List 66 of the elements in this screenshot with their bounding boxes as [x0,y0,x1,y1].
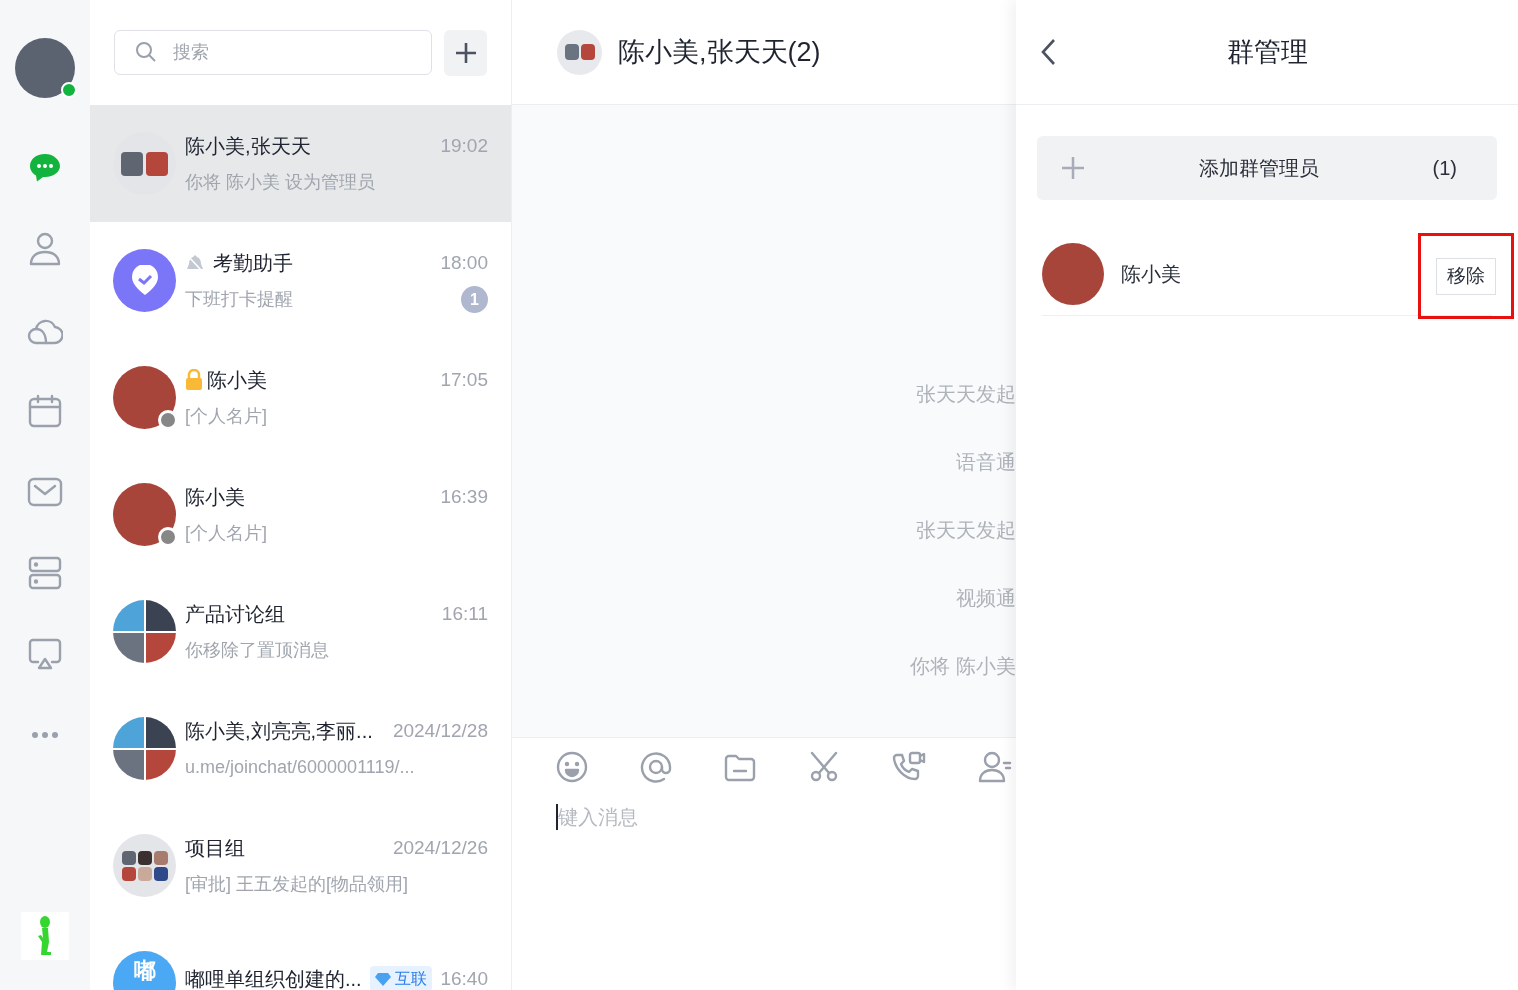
add-button[interactable] [444,29,487,76]
conversation-time: 19:02 [440,133,488,158]
message-preview: [个人名片] [185,522,267,545]
emoji-icon [556,751,588,783]
back-icon [1040,38,1056,66]
system-message: 张天天发起 [916,518,1016,542]
message-preview: 你移除了置顶消息 [185,639,329,662]
conversation-name: 陈小美,张天天 [185,134,311,159]
contact-tool-button[interactable] [978,750,1012,784]
system-message: 语音通 [956,450,1016,474]
conversation-name: 嘟哩单组织创建的... [185,967,362,990]
conversation-item[interactable]: 产品讨论组 16:11 你移除了置顶消息 [90,573,511,690]
search-icon [134,40,158,64]
lock-icon [185,369,203,391]
conversation-name: 陈小美 [207,368,267,393]
message-input[interactable]: 键入消息 [556,804,856,830]
phone-video-icon [892,751,926,783]
conversation-time: 2024/12/26 [392,835,488,860]
conversation-time: 16:40 [440,966,488,990]
letter-avatar: 嘟 [113,951,176,990]
system-message: 张天天发起 [916,382,1016,406]
at-sign-icon [640,751,672,783]
diamond-icon [374,972,391,986]
figure-icon [36,915,54,957]
conversation-name: 陈小美 [185,485,245,510]
search-field[interactable]: 搜索 [114,30,432,75]
system-message: 你将 陈小美 [910,654,1016,678]
conversation-time: 16:11 [441,601,488,626]
system-message: 视频通 [956,586,1016,610]
message-preview: 你将 陈小美 设为管理员 [185,171,375,194]
emoji-tool-button[interactable] [556,750,588,784]
conversation-item[interactable]: 考勤助手 18:00 下班打卡提醒 1 [90,222,511,339]
conversation-time: 18:00 [440,250,488,275]
remove-button[interactable]: 移除 [1436,257,1496,295]
unread-badge: 1 [461,286,488,313]
plus-icon [1061,156,1085,180]
chat-title: 陈小美,张天天(2) [618,35,821,69]
message-preview: u.me/joinchat/6000001119/... [185,756,415,779]
conversation-item[interactable]: 项目组 2024/12/26 [审批] 王五发起的[物品领用] [90,807,511,924]
message-preview: [个人名片] [185,405,267,428]
conversation-name: 考勤助手 [213,251,293,276]
conversation-name: 产品讨论组 [185,602,285,627]
admin-name: 陈小美 [1121,261,1182,287]
tag-label: 互联 [369,966,432,990]
user-avatar[interactable] [15,38,75,98]
conversation-time: 17:05 [440,367,488,392]
conversation-time: 16:39 [440,484,488,509]
conversation-item[interactable]: 陈小美 17:05 [个人名片] [90,339,511,456]
panel-title: 群管理 [1226,35,1308,69]
scissors-icon [808,751,840,783]
person-list-icon [978,751,1012,783]
plus-icon [454,41,477,64]
admin-count: (1) [1432,156,1458,181]
mention-tool-button[interactable] [640,750,672,784]
conversation-name: 项目组 [185,836,245,861]
message-preview: [审批] 王五发起的[物品领用] [185,873,408,896]
conversation-item[interactable]: 陈小美,张天天 19:02 你将 陈小美 设为管理员 [90,105,511,222]
conversation-item[interactable]: 陈小美,刘亮亮,李丽... 2024/12/28 u.me/joinchat/6000001119/... [90,690,511,807]
screenshot-tool-button[interactable] [808,750,840,784]
conversation-time: 2024/12/28 [392,718,488,743]
conversation-item[interactable]: 嘟 嘟哩单组织创建的... 互联 16:40 [90,924,511,990]
group-avatar [557,29,602,75]
conversation-name: 陈小美,刘亮亮,李丽... [185,719,373,744]
add-admin-button[interactable]: 添加群管理员 (1) [1037,136,1497,200]
message-preview: 下班打卡提醒 [185,288,293,311]
conversation-item[interactable]: 陈小美 16:39 [个人名片] [90,456,511,573]
